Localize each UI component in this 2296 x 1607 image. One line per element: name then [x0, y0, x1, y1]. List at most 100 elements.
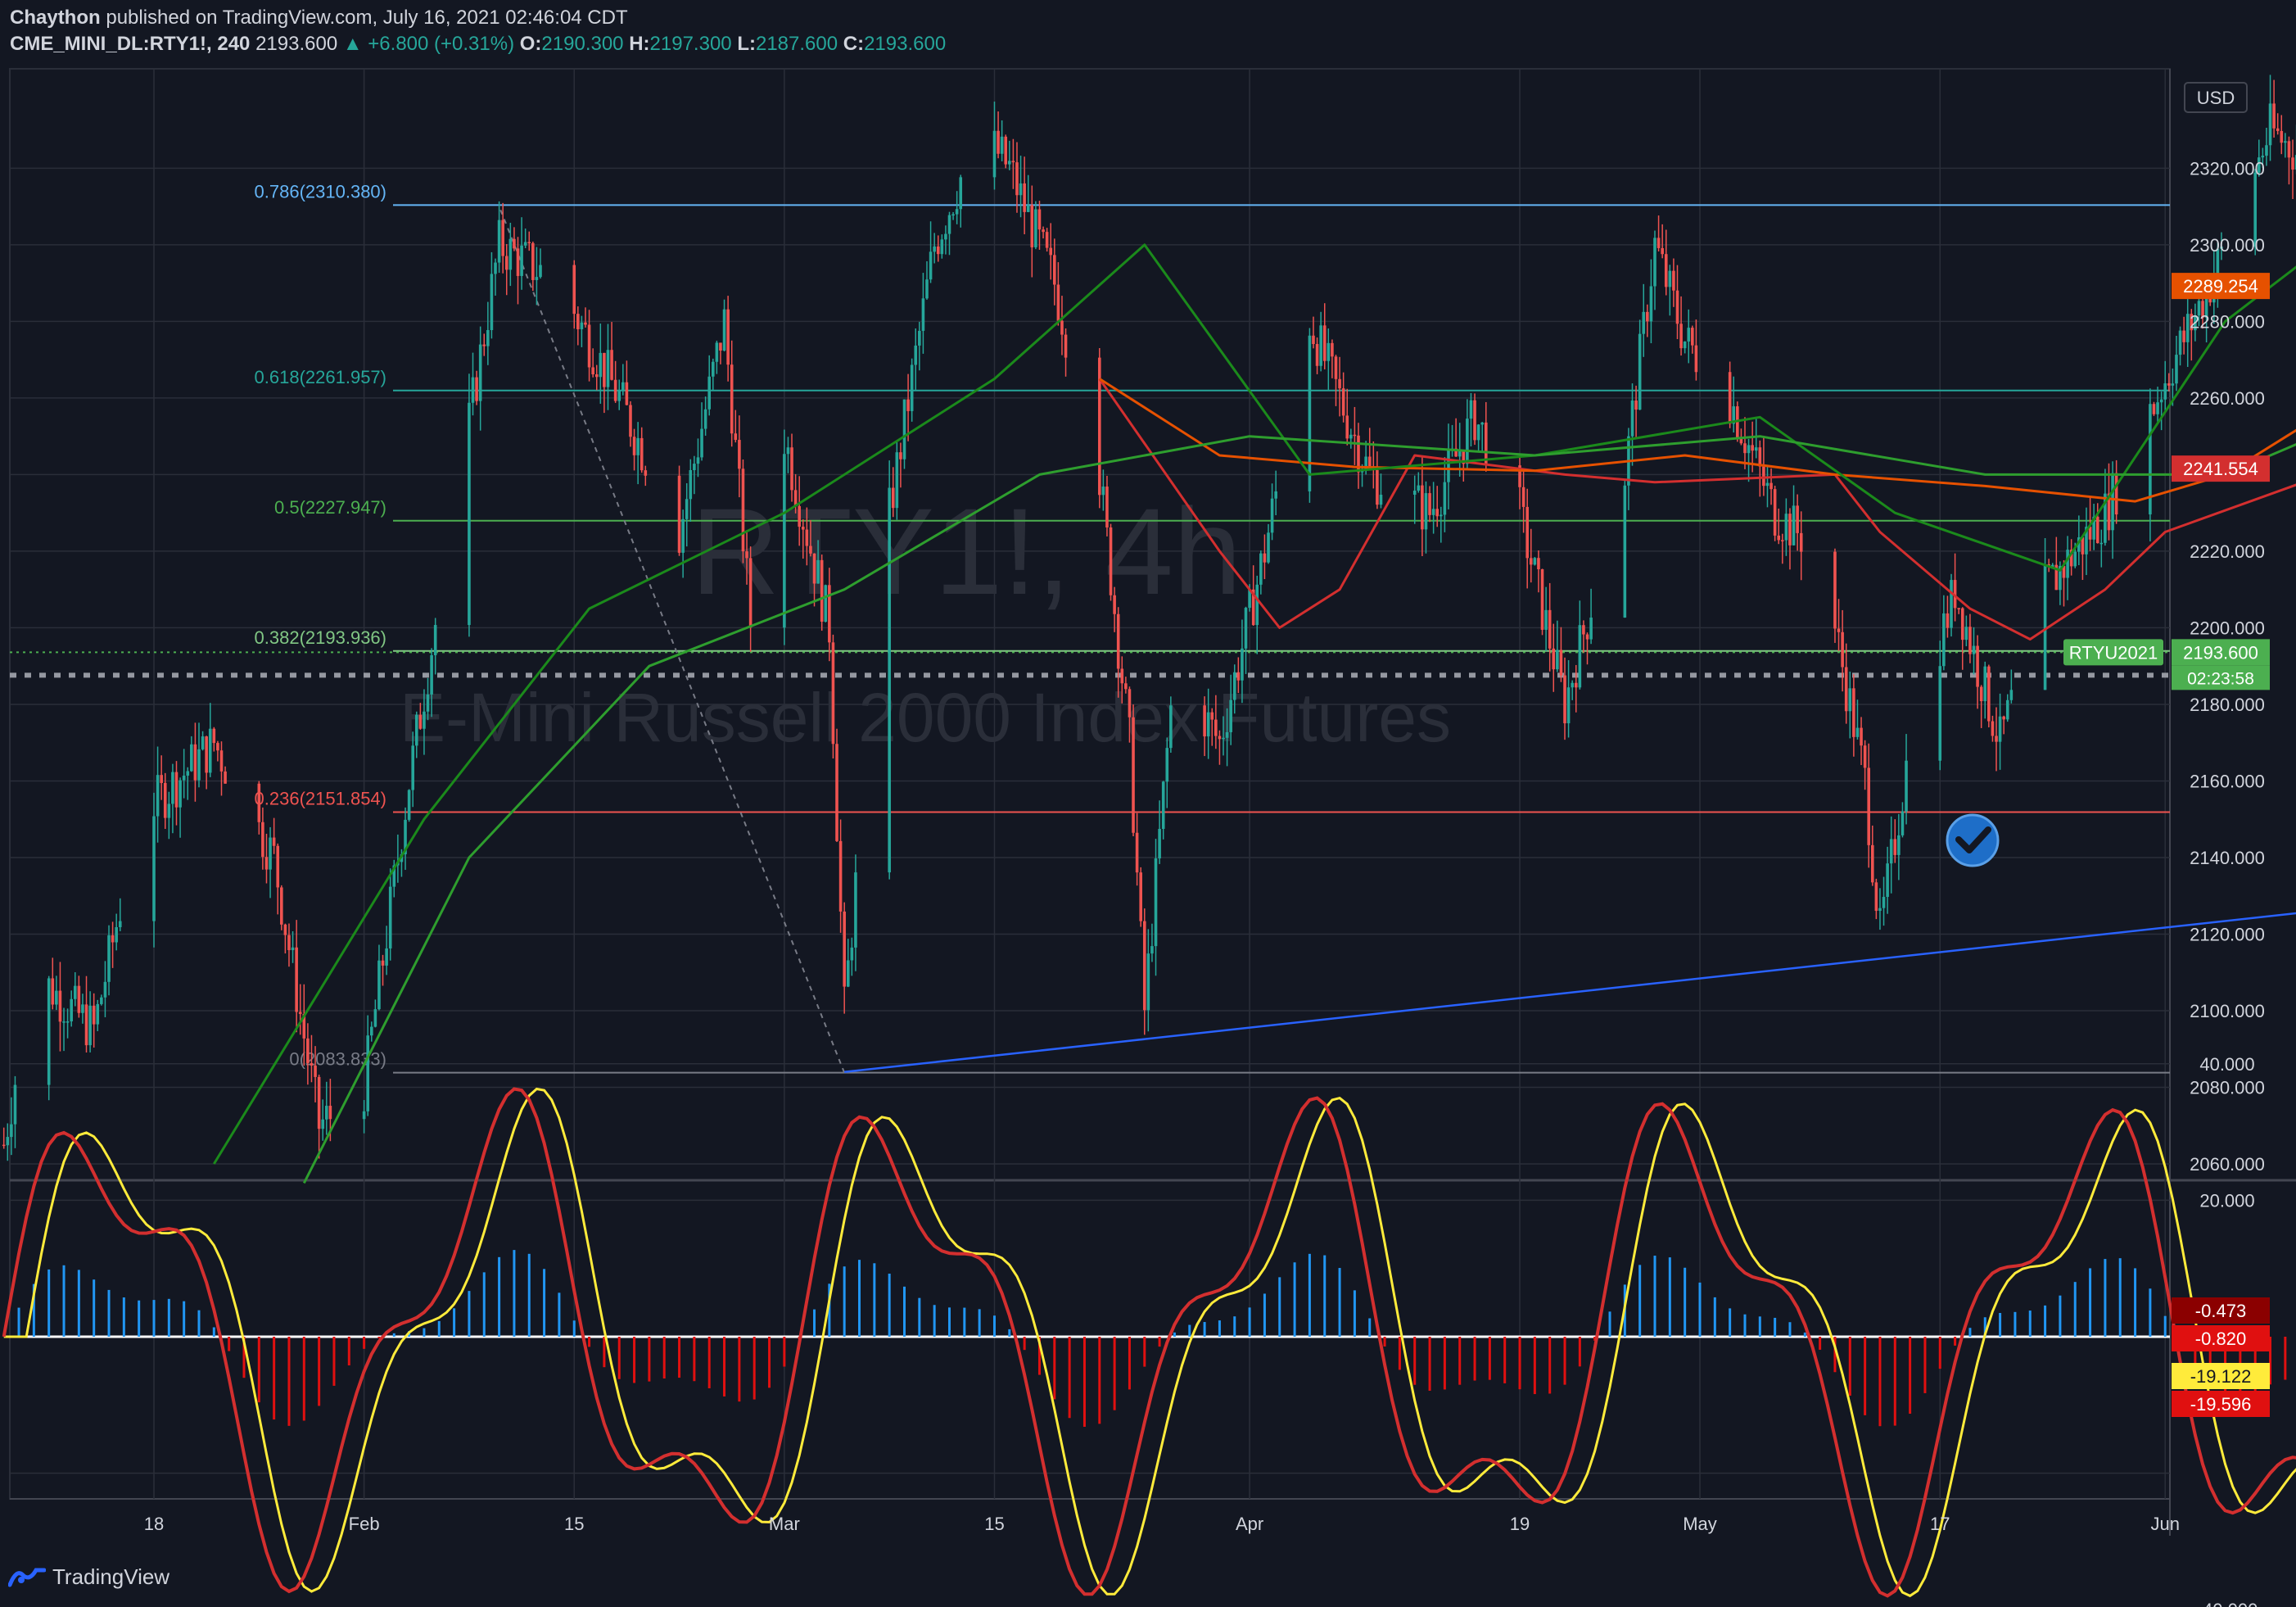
candle-body [2261, 156, 2265, 158]
candle-body [891, 487, 895, 509]
candle-body [482, 344, 486, 346]
candle-body [1037, 209, 1042, 230]
histogram-bar [2163, 1315, 2167, 1337]
candle-body [1642, 311, 1646, 334]
candle-body [1435, 509, 1440, 517]
candle-body [1060, 320, 1064, 335]
candle-body [1255, 584, 1259, 626]
candle-body [921, 298, 925, 331]
candle-body [805, 529, 809, 546]
histogram-bar [513, 1250, 516, 1337]
histogram-bar [1803, 1332, 1806, 1337]
tradingview-logo-icon [8, 1568, 46, 1587]
candle-body [212, 728, 216, 744]
candle-body [1150, 946, 1154, 954]
histogram-bar [572, 1320, 576, 1337]
histogram-bar [873, 1263, 876, 1337]
candle-body [2167, 383, 2171, 386]
oscillator-tag-label: -19.596 [2190, 1394, 2252, 1415]
candle-body [1443, 482, 1447, 515]
candle-body [625, 382, 629, 405]
candle-body [2, 1144, 6, 1147]
candle-body [208, 728, 212, 773]
candle-body [1015, 162, 1019, 196]
candle-body [951, 214, 955, 216]
candle-body [2156, 402, 2159, 414]
histogram-bar [2089, 1268, 2092, 1337]
time-axis-label: May [1683, 1514, 1717, 1534]
candle-body [1034, 209, 1037, 247]
histogram-bar [1128, 1337, 1131, 1390]
candle-body [1589, 618, 1593, 640]
candle-body [1585, 634, 1589, 640]
candle-body [1142, 921, 1146, 1011]
candle-body [328, 1106, 332, 1120]
histogram-bar [1023, 1337, 1026, 1351]
histogram-bar [1293, 1262, 1296, 1337]
candle-body [1229, 699, 1232, 732]
histogram-bar [783, 1337, 786, 1367]
candle-body [1056, 284, 1060, 321]
candle-body [798, 505, 801, 527]
check-circle-icon[interactable] [1946, 813, 2000, 867]
candle-body [1132, 717, 1135, 833]
histogram-bar [1864, 1337, 1867, 1415]
candle-body [1417, 485, 1421, 491]
candle-body [1447, 449, 1450, 482]
candle-body [494, 262, 497, 274]
candle-body [914, 345, 918, 365]
candle-body [2095, 516, 2099, 544]
histogram-bar [1338, 1268, 1341, 1337]
histogram-bar [2059, 1295, 2062, 1337]
candle-body [959, 177, 963, 210]
candle-body [929, 251, 933, 280]
histogram-bar [918, 1297, 921, 1337]
candle-body [703, 409, 707, 429]
candle-body [1855, 727, 1860, 737]
candle-body [1431, 509, 1435, 515]
histogram-bar [77, 1270, 80, 1337]
time-axis-label: 17 [1930, 1514, 1950, 1534]
histogram-bar [167, 1298, 170, 1337]
chart-canvas[interactable]: RTY1!, 4h E-Mini Russell 2000 Index Futu… [0, 0, 2296, 1607]
candle-body [1529, 558, 1533, 565]
candle-body [936, 246, 940, 255]
candle-body [1259, 553, 1263, 585]
histogram-bar [1698, 1282, 1702, 1337]
candle-body [381, 960, 385, 966]
candle-body [1169, 705, 1173, 749]
candle-body [513, 238, 516, 249]
candle-body [1964, 627, 1968, 641]
candle-body [1743, 443, 1747, 454]
time-axis[interactable]: 18Feb15Mar15Apr19May17Jun15Jul19Aug [144, 1514, 2296, 1534]
candle-body [711, 361, 715, 377]
histogram-bar [633, 1337, 636, 1383]
candle-body [174, 772, 179, 808]
histogram-bar [903, 1286, 906, 1337]
fibonacci-retracement[interactable]: 0.786(2310.380) 0.618(2261.957) 0.5(2227.9… [10, 181, 2170, 1074]
candle-body [730, 364, 734, 434]
candle-body [2265, 145, 2268, 156]
candle-body [100, 997, 103, 1004]
candle-body [280, 887, 283, 925]
candle-body [636, 437, 640, 455]
candle-body [201, 736, 205, 749]
candle-body [1957, 608, 1960, 609]
candle-body [902, 399, 906, 459]
histogram-bar [212, 1327, 215, 1337]
candle-body [1683, 341, 1687, 349]
candle-body [1870, 844, 1874, 883]
tradingview-footer[interactable]: TradingView [8, 1560, 169, 1593]
candle-body [835, 744, 838, 841]
candle-body [167, 804, 171, 818]
histogram-bar [2104, 1259, 2107, 1337]
histogram-bar [302, 1337, 305, 1421]
candle-body [317, 1076, 321, 1129]
candle-body [2291, 157, 2294, 170]
candle-body [1566, 687, 1571, 724]
candle-body [523, 242, 527, 246]
histogram-bar [1848, 1337, 1851, 1396]
candle-body [632, 437, 636, 455]
candle-body [1747, 445, 1751, 454]
candle-body [2268, 103, 2272, 146]
